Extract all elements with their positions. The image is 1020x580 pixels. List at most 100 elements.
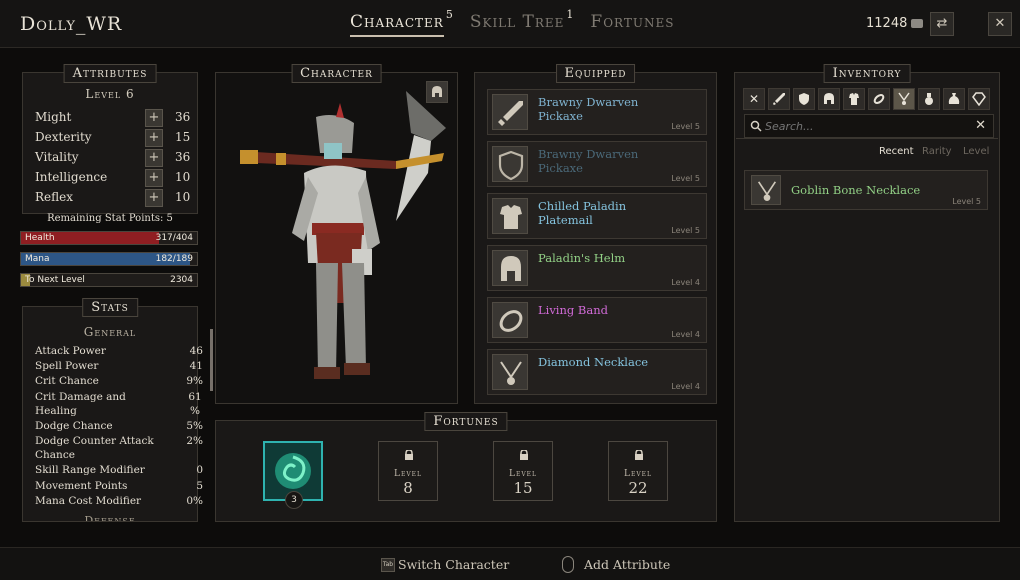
stat-label: Mana Cost Modifier [35, 495, 142, 507]
stats-group-general: General [83, 325, 137, 339]
sword-icon [492, 94, 528, 130]
equipped-slot[interactable]: Diamond Necklace Level 4 [487, 349, 707, 395]
stat-value: 0% [186, 495, 203, 507]
equipped-slot[interactable]: Paladin's Helm Level 4 [487, 245, 707, 291]
item-name: Chilled Paladin Platemail [538, 199, 627, 227]
inventory-search-field[interactable]: ✕ [744, 114, 994, 138]
item-name: Brawny Dwarven Pickaxe [538, 95, 639, 123]
fortune-level-value: 8 [403, 479, 413, 497]
gold-counter: 11248 [866, 16, 924, 31]
item-level: Level 5 [671, 122, 700, 131]
fortune-level-label: Level [508, 469, 538, 479]
tab-character[interactable]: Character 5 [350, 8, 453, 37]
attribute-row-intelligence: Intelligence + 10 [35, 169, 190, 187]
item-name: Living Band [538, 303, 608, 317]
ring-icon [492, 302, 528, 338]
item-name: Goblin Bone Necklace [791, 183, 921, 197]
item-level: Level 4 [671, 330, 700, 339]
sort-level[interactable]: Level [963, 146, 989, 157]
mana-value: 182/189 [155, 254, 193, 264]
inventory-search-input[interactable] [765, 117, 965, 135]
filter-potions-button[interactable] [918, 88, 940, 110]
filter-helmets-button[interactable] [818, 88, 840, 110]
filter-weapons-button[interactable] [768, 88, 790, 110]
remaining-stat-points: Remaining Stat Points: 5 [47, 213, 173, 224]
stat-value: 0 [196, 464, 203, 476]
filter-gems-button[interactable] [968, 88, 990, 110]
stat-label: Attack Power [35, 345, 106, 357]
next-level-bar: To Next Level 2304 [20, 273, 198, 287]
mana-label: Mana [25, 254, 50, 264]
search-icon [750, 120, 762, 132]
attribute-value: 10 [175, 190, 191, 204]
filter-bags-button[interactable] [943, 88, 965, 110]
character-model [240, 91, 446, 379]
shield-icon [799, 93, 809, 105]
add-dexterity-button[interactable]: + [145, 129, 163, 147]
necklace-icon [751, 175, 781, 205]
item-level: Level 5 [952, 197, 981, 206]
bottom-hint-bar: Tab Switch Character Add Attribute [0, 547, 1020, 580]
fortune-level-label: Level [393, 469, 423, 479]
clear-search-icon[interactable]: ✕ [975, 118, 986, 133]
add-attribute-hint: Add Attribute [584, 557, 671, 572]
filter-armor-button[interactable] [843, 88, 865, 110]
gold-amount: 11248 [866, 16, 908, 31]
fortune-active-slot[interactable]: 3 [263, 441, 323, 509]
sort-recent[interactable]: Recent [879, 146, 914, 157]
filter-rings-button[interactable] [868, 88, 890, 110]
equipped-slot[interactable]: Living Band Level 4 [487, 297, 707, 343]
tab-badge: 1 [566, 8, 575, 21]
tab-skill-tree[interactable]: Skill Tree 1 [470, 8, 574, 37]
attribute-label: Intelligence [35, 170, 108, 184]
stats-group-defense: Defense [84, 514, 136, 521]
equipped-slot[interactable]: Chilled Paladin Platemail Level 5 [487, 193, 707, 239]
item-name: Paladin's Helm [538, 251, 626, 265]
next-level-label: To Next Level [25, 275, 85, 285]
item-name: Diamond Necklace [538, 355, 649, 369]
stat-label: Dodge Chance [35, 420, 113, 432]
add-reflex-button[interactable]: + [145, 189, 163, 207]
equipped-slot[interactable]: Brawny Dwarven Pickaxe Level 5 [487, 141, 707, 187]
close-icon: ✕ [994, 16, 1006, 31]
tab-key-icon: Tab [381, 558, 395, 572]
inventory-item[interactable]: Goblin Bone Necklace Level 5 [744, 170, 988, 210]
top-bar: Dolly_WR Character 5 Skill Tree 1 Fortunes… [0, 0, 1020, 48]
attribute-value: 36 [175, 150, 191, 164]
stat-label: Movement Points [35, 480, 128, 492]
inventory-title: Inventory [823, 64, 911, 83]
fortune-level-label: Level [623, 469, 653, 479]
stat-value: 2% [186, 435, 203, 447]
helmet-icon [824, 93, 834, 104]
filter-necklaces-button[interactable] [893, 88, 915, 110]
ring-icon [873, 94, 885, 104]
swap-button[interactable]: ⇄ [930, 12, 954, 36]
item-level: Level 4 [671, 382, 700, 391]
add-vitality-button[interactable]: + [145, 149, 163, 167]
filter-shields-button[interactable] [793, 88, 815, 110]
health-label: Health [25, 233, 55, 243]
equipped-slot[interactable]: Brawny Dwarven Pickaxe Level 5 [487, 89, 707, 135]
close-button[interactable]: ✕ [988, 12, 1012, 36]
sort-rarity[interactable]: Rarity [922, 146, 952, 157]
attribute-value: 36 [175, 110, 191, 124]
stats-scrollbar[interactable] [210, 329, 213, 391]
bag-icon [948, 93, 960, 104]
filter-clear-button[interactable]: ✕ [743, 88, 765, 110]
lock-icon [520, 450, 528, 460]
attribute-row-might: Might + 36 [35, 109, 190, 127]
tab-fortunes[interactable]: Fortunes [590, 12, 674, 37]
stat-value: 9% [186, 375, 203, 387]
attribute-row-reflex: Reflex + 10 [35, 189, 190, 207]
add-might-button[interactable]: + [145, 109, 163, 127]
add-intelligence-button[interactable]: + [145, 169, 163, 187]
character-level: Level 6 [85, 87, 135, 101]
stat-label: Crit Damage and Healing [35, 391, 126, 417]
stat-label: Crit Chance [35, 375, 99, 387]
switch-character-hint[interactable]: Switch Character [398, 557, 509, 572]
stats-panel: Stats General Attack Power 46 Spell Power… [22, 298, 213, 522]
lock-icon [635, 450, 643, 460]
fortune-count: 3 [285, 491, 303, 509]
attribute-row-vitality: Vitality + 36 [35, 149, 190, 167]
character-panel: Character [215, 64, 458, 404]
